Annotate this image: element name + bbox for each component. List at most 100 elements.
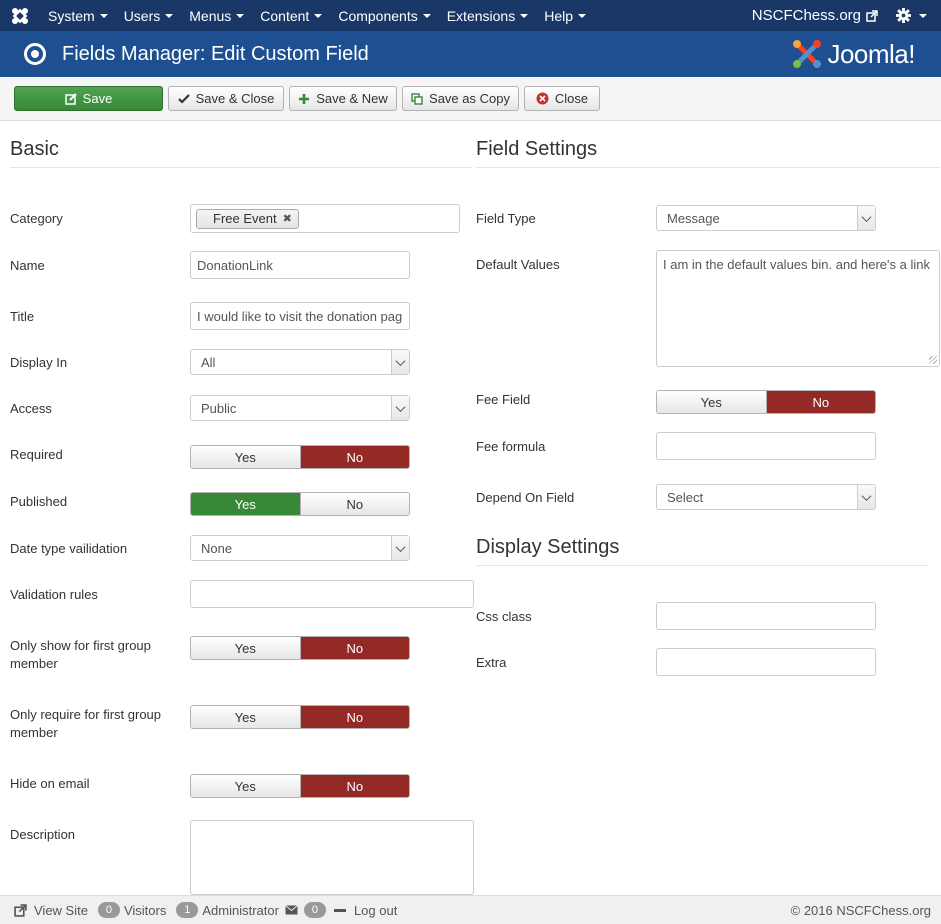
fee-formula-input[interactable]	[656, 432, 876, 460]
logout-label: Log out	[353, 902, 398, 918]
resize-handle-icon[interactable]	[929, 356, 937, 364]
menu-system[interactable]: System	[40, 0, 116, 31]
view-site-link[interactable]: View Site	[14, 903, 88, 918]
published-yes[interactable]: Yes	[191, 493, 300, 515]
messages-link[interactable]: 0	[285, 902, 330, 918]
chevron-down-icon	[919, 13, 927, 18]
save-button[interactable]: Save	[14, 86, 163, 111]
hide-email-toggle: Yes No	[190, 774, 410, 798]
logout-link[interactable]: Log out	[333, 902, 398, 918]
copyright: © 2016 NSCFChess.org	[790, 902, 931, 918]
close-circle-icon	[536, 92, 549, 105]
save-new-button[interactable]: Save & New	[289, 86, 397, 111]
menu-label: Extensions	[446, 7, 516, 24]
required-yes[interactable]: Yes	[191, 446, 300, 468]
first-group-show-yes[interactable]: Yes	[191, 637, 300, 659]
access-value: Public	[201, 400, 237, 416]
category-input[interactable]: Free Event ✖	[190, 204, 460, 233]
close-label: Close	[554, 91, 589, 106]
first-group-require-yes[interactable]: Yes	[191, 706, 300, 728]
chevron-down-icon	[520, 13, 529, 18]
chevron-down-icon	[422, 13, 431, 18]
external-link-icon	[866, 9, 878, 22]
name-label: Name	[10, 258, 45, 273]
visitors-link[interactable]: 0 Visitors	[97, 902, 167, 918]
topnav-right: NSCFChess.org	[742, 0, 941, 31]
published-no[interactable]: No	[299, 493, 409, 515]
css-class-input[interactable]	[656, 602, 876, 630]
first-group-show-label: Only show for first group member	[10, 638, 151, 671]
fee-field-no[interactable]: No	[765, 391, 875, 413]
description-textarea[interactable]	[190, 820, 474, 895]
menu-extensions[interactable]: Extensions	[439, 0, 536, 31]
chevron-down-icon	[165, 13, 174, 18]
copy-icon	[411, 92, 423, 105]
chevron-down-icon	[578, 13, 586, 18]
hide-email-label: Hide on email	[10, 776, 90, 791]
name-input[interactable]: DonationLink	[190, 251, 410, 279]
chevron-down-icon	[99, 13, 108, 18]
title-label: Title	[10, 309, 35, 324]
first-group-show-no[interactable]: No	[299, 637, 409, 659]
site-link[interactable]: NSCFChess.org	[742, 7, 888, 24]
gear-icon	[896, 8, 911, 23]
description-label: Description	[10, 827, 76, 842]
required-no[interactable]: No	[299, 446, 409, 468]
validation-rules-input[interactable]	[190, 580, 474, 608]
display-in-value: All	[201, 354, 216, 370]
required-toggle: Yes No	[190, 445, 410, 469]
depend-select[interactable]: Select	[656, 484, 876, 510]
extra-input[interactable]	[656, 648, 876, 676]
save-copy-label: Save as Copy	[429, 91, 510, 106]
hide-email-no[interactable]: No	[299, 775, 409, 797]
menu-label: Content	[260, 7, 310, 24]
title-input[interactable]: I would like to visit the donation pag	[190, 302, 410, 330]
chevron-down-icon	[314, 13, 323, 18]
menu-menus[interactable]: Menus	[181, 0, 252, 31]
first-group-show-toggle: Yes No	[190, 636, 410, 660]
basic-divider	[10, 167, 472, 168]
default-values-textarea[interactable]: I am in the default values bin. and here…	[656, 250, 940, 367]
menu-label: Components	[338, 7, 418, 24]
access-label: Access	[10, 401, 52, 416]
menu-help[interactable]: Help	[536, 0, 594, 31]
fee-field-yes[interactable]: Yes	[657, 391, 766, 413]
save-label: Save	[82, 91, 113, 106]
save-copy-button[interactable]: Save as Copy	[402, 86, 519, 111]
display-in-select[interactable]: All	[190, 349, 410, 375]
external-link-icon	[14, 903, 27, 917]
visitors-label: Visitors	[123, 902, 167, 918]
chevron-down-icon	[857, 206, 875, 230]
messages-badge: 0	[303, 902, 326, 918]
chevron-down-icon	[391, 350, 409, 374]
field-type-select[interactable]: Message	[656, 205, 876, 231]
date-validation-select[interactable]: None	[190, 535, 410, 561]
administrator-label: Administrator	[202, 902, 279, 918]
check-icon	[177, 93, 190, 105]
close-button[interactable]: Close	[524, 86, 600, 111]
display-settings-title: Display Settings	[476, 536, 620, 558]
category-label: Category	[10, 211, 63, 226]
fee-formula-label: Fee formula	[476, 439, 546, 454]
joomla-icon[interactable]	[0, 0, 40, 31]
settings-menu[interactable]	[888, 8, 941, 23]
menu-label: Help	[544, 7, 573, 24]
chevron-down-icon	[236, 13, 245, 18]
main-menu: System Users Menus Content Components Ex…	[40, 0, 594, 31]
category-tag-label: Free Event	[213, 211, 277, 226]
save-close-button[interactable]: Save & Close	[168, 86, 284, 111]
menu-components[interactable]: Components	[330, 0, 438, 31]
menu-users[interactable]: Users	[116, 0, 182, 31]
field-type-value: Message	[667, 210, 720, 226]
administrator-link[interactable]: 1 Administrator	[176, 902, 279, 918]
hide-email-yes[interactable]: Yes	[191, 775, 300, 797]
envelope-icon	[285, 905, 298, 915]
access-select[interactable]: Public	[190, 395, 410, 421]
admin-badge: 1	[176, 902, 199, 918]
first-group-require-toggle: Yes No	[190, 705, 410, 729]
view-site-label: View Site	[34, 902, 88, 918]
brand-text: Joomla!	[827, 38, 915, 69]
remove-tag-icon[interactable]: ✖	[283, 212, 292, 225]
menu-content[interactable]: Content	[252, 0, 330, 31]
first-group-require-no[interactable]: No	[299, 706, 409, 728]
